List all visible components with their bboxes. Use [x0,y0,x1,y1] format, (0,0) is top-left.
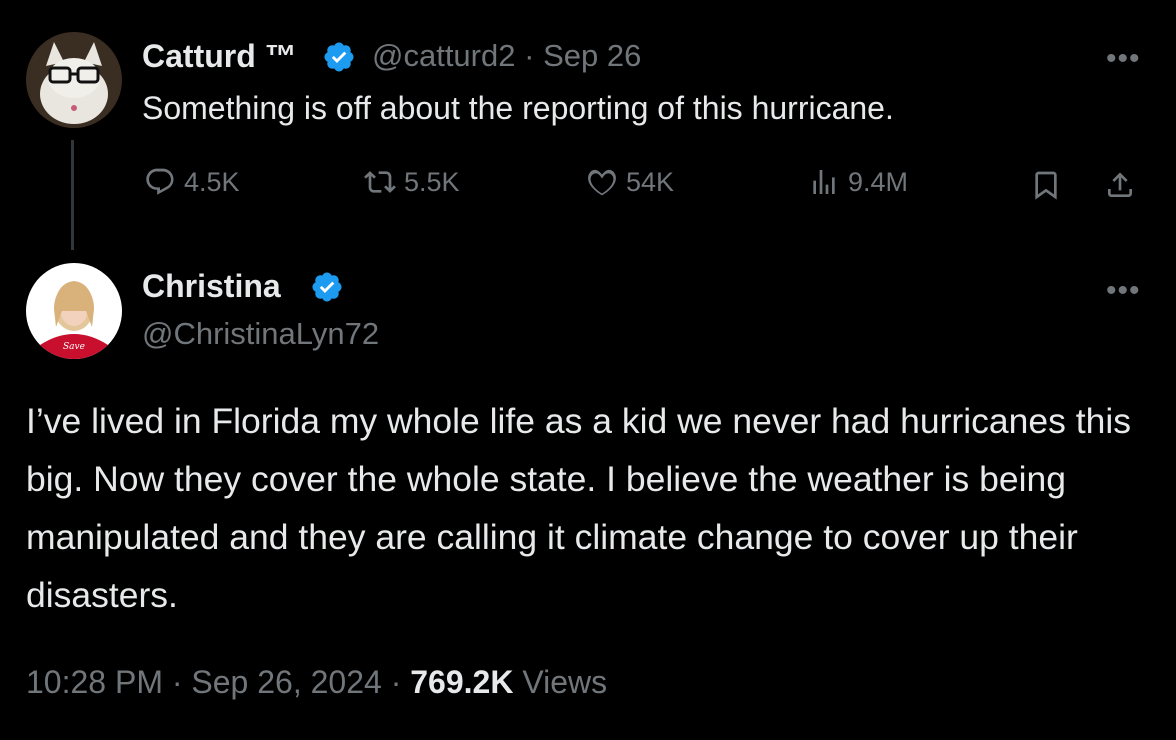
thread-connector-line [71,140,74,250]
main-handle[interactable]: @ChristinaLyn72 [142,316,379,352]
separator: · [171,664,183,700]
like-button[interactable]: 54K [586,166,674,198]
reply-count: 4.5K [184,166,240,197]
bookmark-icon[interactable] [1030,168,1062,202]
parent-display-name[interactable]: Catturd ™ [142,38,297,75]
parent-date[interactable]: Sep 26 [543,38,641,73]
repost-count: 5.5K [404,166,460,197]
views-icon [813,170,835,194]
reply-button[interactable]: 4.5K [144,166,240,198]
parent-more-icon[interactable]: ••• [1106,44,1141,74]
views-count[interactable]: 769.2K [410,664,513,700]
repost-icon [364,171,396,193]
verified-badge-icon [324,42,354,72]
parent-tweet-text: Something is off about the reporting of … [142,90,894,126]
tweet-date[interactable]: Sep 26, 2024 [191,664,381,700]
main-tweet-text: I’ve lived in Florida my whole life as a… [26,401,1131,615]
like-count: 54K [626,166,675,197]
tweet-meta: 10:28 PM · Sep 26, 2024 · 769.2K Views [26,664,607,701]
share-icon[interactable] [1104,168,1136,202]
verified-badge-icon [312,272,342,302]
avatar-catturd[interactable] [26,32,122,128]
views-label: Views [522,664,608,700]
like-icon [588,169,616,196]
parent-handle-date[interactable]: @catturd2 · Sep 26 [372,38,641,74]
main-more-icon[interactable]: ••• [1106,276,1141,306]
repost-button[interactable]: 5.5K [364,166,460,198]
svg-text:Save: Save [63,342,85,352]
main-display-name[interactable]: Christina [142,268,281,305]
tweet-time[interactable]: 10:28 PM [26,664,163,700]
views-count-parent: 9.4M [848,166,909,197]
reply-icon [146,168,174,195]
separator: · [524,38,535,73]
separator: · [390,664,402,700]
parent-handle[interactable]: @catturd2 [372,38,515,73]
views-button[interactable]: 9.4M [808,166,908,198]
avatar-christina[interactable]: Save [26,263,122,359]
